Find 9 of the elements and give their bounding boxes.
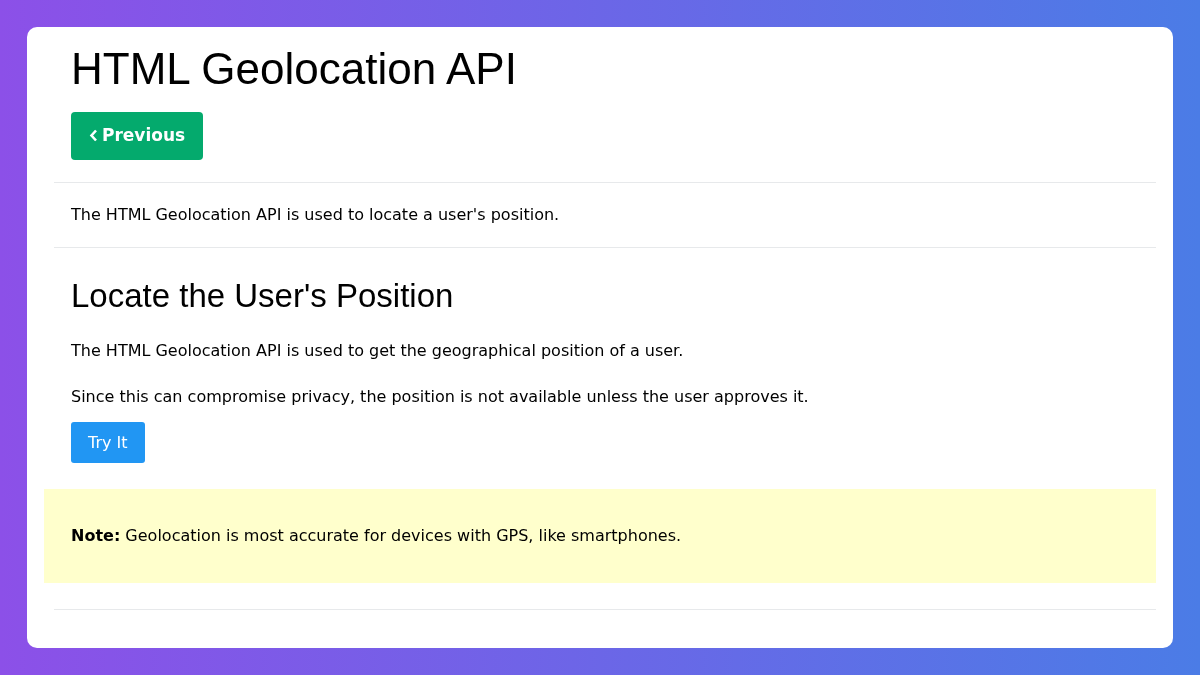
previous-button[interactable]: Previous [71, 111, 204, 160]
section-heading: Locate the User's Position [71, 275, 455, 316]
page-title: HTML Geolocation API [70, 43, 518, 95]
paragraph: The HTML Geolocation API is used to get the geographical position of a user. [70, 340, 685, 363]
chevron-left-icon [89, 129, 98, 143]
intro-text: The HTML Geolocation API is used to locate a user's position. [70, 203, 561, 226]
paragraph: Since this can compromise privacy, the position is not available unless the user approves it. [70, 386, 810, 409]
note-text: Note: Geolocation is most accurate for devices with GPS, like smartphones. [44, 489, 1156, 584]
try-it-button[interactable]: Try It [71, 422, 145, 464]
